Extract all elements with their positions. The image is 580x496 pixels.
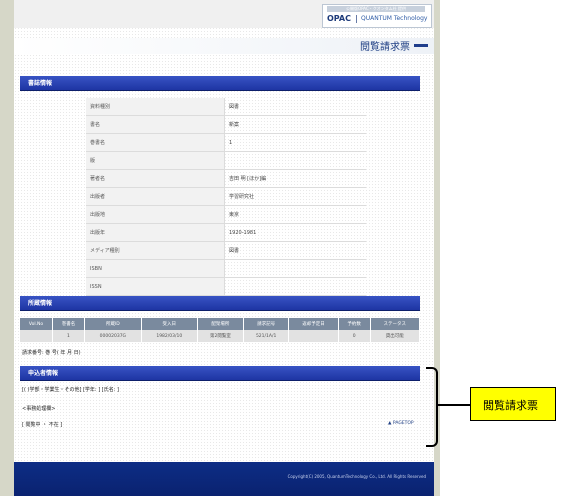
bib-value: 1 [224,133,366,152]
bib-label: 出版者 [86,187,225,206]
holdings-header: 予約数 [338,318,371,330]
holdings-header: Vol.No [20,318,53,330]
bib-value: 図書 [224,241,366,260]
footer: Copyright(C) 2005, QuantumTechnology Co.… [14,462,434,496]
bib-value [224,259,366,278]
bib-label: ISBN [86,259,225,278]
bib-table: 資料種別 図書 書名 新案 巻書名 1 版著者名 吉田 明 [ほか]編 出版者 学習研究社 出版地東… [86,98,366,296]
bib-row: 巻書名 1 [86,133,366,152]
holdings-cell [288,330,339,342]
callout-label: 閲覧請求票 [483,399,538,412]
logo-separator: | [355,14,358,23]
logo-caption: 公開版OPAC・クオンタム社 提供 [327,6,425,12]
page-title: 閲覧請求票 [360,42,410,53]
section-applicant: 申込者情報 [20,366,420,381]
bib-label: ISSN [86,277,225,296]
section-holdings-label: 所蔵情報 [28,300,53,307]
callout-connector [438,404,470,406]
holdings-cell: 1982/03/10 [141,330,198,342]
logo: 公開版OPAC・クオンタム社 提供 OPAC | QUANTUM Technol… [322,4,432,28]
bib-row: 出版者 学習研究社 [86,187,366,206]
top-bar: 公開版OPAC・クオンタム社 提供 OPAC | QUANTUM Technol… [14,0,434,28]
holdings-cell: 00002037G [84,330,142,342]
holdings-cell: 第2閲覧室 [197,330,244,342]
section-applicant-label: 申込者情報 [28,370,59,377]
bib-label: 著者名 [86,169,225,188]
bib-row: 資料種別 図書 [86,98,366,116]
holdings-header: 配架場所 [197,318,244,330]
applicant-line: [( )学部・学業生・その他] [学年: ] [氏名: ] [22,387,119,393]
bib-row: 書名 新案 [86,115,366,134]
bib-label: 版 [86,151,225,170]
bib-value: 図書 [224,98,366,116]
bib-label: 出版地 [86,205,225,224]
holdings-table: Vol.No 巻書名 所蔵ID 受入日 配架場所 請求記号 返却予定日 予約数 ステータス 10… [20,318,421,342]
bib-label: 書名 [86,115,225,134]
bib-value: 吉田 明 [ほか]編 [224,169,366,188]
bib-value [224,277,366,296]
bib-row: 版 [86,151,366,170]
holdings-cell: 1 [52,330,85,342]
bib-value: 学習研究社 [224,187,366,206]
bib-value: 東京 [224,205,366,224]
bib-label: 資料種別 [86,98,225,116]
title-decoration [414,44,428,47]
holdings-header: 返却予定日 [288,318,339,330]
section-bibliographic-label: 書誌情報 [28,80,53,87]
bib-value: 1920-1981 [224,223,366,242]
bib-label: 巻書名 [86,133,225,152]
holdings-cell: 521/1A/1 [243,330,290,342]
logo-opac: OPAC [327,14,351,23]
bracket [426,367,438,447]
page: 公開版OPAC・クオンタム社 提供 OPAC | QUANTUM Technol… [14,0,434,496]
section-holdings: 所蔵情報 [20,296,420,311]
bib-row: 出版地 東京 [86,205,366,224]
bib-value: 新案 [224,115,366,134]
bib-row: 著者名 吉田 明 [ほか]編 [86,169,366,188]
holdings-header: 受入日 [141,318,198,330]
bib-label: メディア種別 [86,241,225,260]
bib-row: ISSN [86,277,366,296]
bib-row: ISBN [86,259,366,278]
office-label: <事務処理欄> [22,406,56,412]
holdings-row: 1 00002037G 1982/03/10 第2閲覧室 521/1A/1 0 貸出可能 [20,330,421,342]
request-number: 請求番号: 巻 号( 年 月 日) [22,350,81,356]
copyright: Copyright(C) 2005, QuantumTechnology Co.… [287,474,426,479]
holdings-header: ステータス [370,318,421,330]
section-bibliographic: 書誌情報 [20,76,420,91]
holdings-cell [20,330,53,342]
logo-quantum: QUANTUM Technology [361,15,428,22]
callout-box: 閲覧請求票 [470,387,556,421]
office-status: [ 閲覧中 ・ 不在 ] [22,422,63,428]
holdings-cell: 0 [338,330,371,342]
holdings-header: 巻書名 [52,318,85,330]
bib-value [224,151,366,170]
bib-row: 出版年 1920-1981 [86,223,366,242]
pagetop-link[interactable]: ▲ PAGETOP [388,421,414,426]
holdings-header: 所蔵ID [84,318,142,330]
bib-label: 出版年 [86,223,225,242]
holdings-cell: 貸出可能 [370,330,421,342]
holdings-header: 請求記号 [243,318,290,330]
page-frame: 公開版OPAC・クオンタム社 提供 OPAC | QUANTUM Technol… [0,0,440,496]
bib-row: メディア種別 図書 [86,241,366,260]
